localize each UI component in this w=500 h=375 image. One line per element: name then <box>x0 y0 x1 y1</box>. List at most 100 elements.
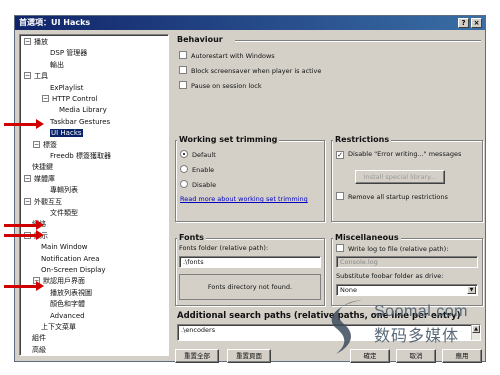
tree-item-label: 專輯列表 <box>50 186 78 195</box>
tree-item-label: DSP 管理器 <box>50 49 88 58</box>
tree-item[interactable]: 播放列表視圖 <box>42 288 92 298</box>
annotation-arrow-main-window <box>4 220 44 230</box>
collapse-icon[interactable]: − <box>24 174 31 182</box>
tree-item-label: 組件 <box>32 334 46 343</box>
tree-item[interactable]: 專輯列表 <box>42 185 78 195</box>
tree-item-label: 輸出 <box>50 60 64 69</box>
trim-enable-radio[interactable]: Enable <box>180 165 214 175</box>
checkbox-box[interactable] <box>179 66 187 74</box>
write-log-label: Write log to file (relative path): <box>348 245 449 253</box>
pause-session-lock-checkbox[interactable]: Pause on session lock <box>179 81 262 91</box>
trim-disable-label: Disable <box>192 181 217 189</box>
working-set-link[interactable]: Read more about working set trimming <box>180 195 308 203</box>
close-button[interactable]: × <box>471 18 482 28</box>
behaviour-separator <box>235 40 481 42</box>
collapse-icon[interactable]: − <box>24 72 31 80</box>
tree-item[interactable]: 快捷鍵 <box>24 162 53 172</box>
behaviour-heading: Behaviour <box>175 35 225 45</box>
tree-item[interactable]: − 媒體庫 <box>24 174 55 184</box>
disable-error-checkbox[interactable]: ✓ Disable "Error writing..." messages <box>336 150 461 159</box>
log-path-input[interactable]: Console.log <box>336 256 478 268</box>
tree-item-label: Media Library <box>59 106 107 115</box>
search-paths-scrollbar[interactable]: ▲ <box>471 325 480 340</box>
collapse-icon[interactable]: − <box>24 197 31 205</box>
tree-item[interactable]: DSP 管理器 <box>42 48 87 58</box>
annotation-arrow-notification-area <box>4 230 44 240</box>
reset-page-button[interactable]: 重置頁面 <box>227 349 271 363</box>
tree-item[interactable]: − 外觀互互 <box>24 197 62 207</box>
checkbox-box[interactable] <box>179 51 187 59</box>
block-screensaver-label: Block screensaver when player is active <box>191 67 322 75</box>
radio-dot[interactable] <box>180 150 188 158</box>
tree-item-label: 文件類型 <box>50 209 78 217</box>
tree-item[interactable]: Advanced <box>42 311 85 321</box>
tree-item[interactable]: − 播放 <box>24 37 48 47</box>
tree-item[interactable]: − 工具 <box>24 71 48 81</box>
tree-item[interactable]: Notification Area <box>33 254 100 264</box>
tree-item[interactable]: 上下文菜單 <box>33 322 76 332</box>
tree-item[interactable]: On-Screen Display <box>33 265 106 275</box>
remove-startup-checkbox[interactable]: Remove all startup restrictions <box>336 192 448 202</box>
tree-item[interactable]: Taskbar Gestures <box>42 117 110 127</box>
checkbox-box[interactable] <box>336 244 344 252</box>
tree-item-label: ExPlaylist <box>50 83 84 92</box>
fonts-heading: Fonts <box>177 233 206 243</box>
tree-item[interactable]: UI Hacks <box>42 128 83 138</box>
tree-item-label: 媒體庫 <box>34 174 55 183</box>
tree-item[interactable]: 顏色和字體 <box>42 299 85 309</box>
tree-item-label: 顏色和字體 <box>50 300 85 309</box>
trim-default-label: Default <box>192 151 216 159</box>
tree-item[interactable]: 組件 <box>24 333 46 343</box>
tree-item[interactable]: − HTTP Control <box>42 94 97 104</box>
disable-error-label: Disable "Error writing..." messages <box>348 150 462 158</box>
trim-default-radio[interactable]: Default <box>180 150 216 160</box>
collapse-icon[interactable]: − <box>24 38 31 45</box>
scroll-up-icon[interactable]: ▲ <box>472 325 480 333</box>
apply-button[interactable]: 應用 <box>442 349 482 363</box>
tree-item-label: HTTP Control <box>52 95 98 103</box>
cancel-button[interactable]: 取消 <box>396 349 436 363</box>
block-screensaver-checkbox[interactable]: Block screensaver when player is active <box>179 66 321 76</box>
tree-item-label: 外觀互互 <box>34 197 62 206</box>
substitute-drive-label: Substitute foobar folder as drive: <box>336 272 444 280</box>
tree-item-label: 工具 <box>34 72 48 81</box>
tree-item[interactable]: 輸出 <box>42 60 64 70</box>
drive-select[interactable]: None ▼ <box>336 284 478 296</box>
radio-dot[interactable] <box>180 180 188 188</box>
collapse-icon[interactable]: − <box>33 140 40 148</box>
tree-item-label: Advanced <box>50 311 85 320</box>
checkbox-box[interactable]: ✓ <box>336 151 344 159</box>
checkbox-box[interactable] <box>179 81 187 89</box>
fonts-folder-input[interactable]: .\fonts <box>179 256 321 268</box>
tree-item[interactable]: 文件類型 <box>42 208 78 218</box>
tree-item[interactable]: ExPlaylist <box>42 83 83 93</box>
tree-item-label: 播放列表視圖 <box>50 288 92 297</box>
tree-item[interactable]: − 標簽 <box>33 140 57 150</box>
reset-all-button[interactable]: 重置全部 <box>175 349 219 363</box>
tree-item[interactable]: Media Library <box>51 105 107 115</box>
fonts-folder-label: Fonts folder (relative path): <box>179 244 269 252</box>
write-log-checkbox[interactable]: Write log to file (relative path): <box>336 244 448 254</box>
title-bar: 首選項：UI Hacks ? × <box>15 16 485 30</box>
watermark-text: 数码多媒体 <box>374 326 460 345</box>
tree-item[interactable]: 高級 <box>24 345 46 355</box>
collapse-icon[interactable]: − <box>42 95 49 102</box>
tree-item[interactable]: Main Window <box>33 242 88 252</box>
checkbox-box[interactable] <box>336 192 344 200</box>
trim-disable-radio[interactable]: Disable <box>180 180 216 190</box>
install-library-button[interactable]: Install special library... <box>355 170 445 184</box>
chevron-down-icon[interactable]: ▼ <box>467 286 476 294</box>
radio-dot[interactable] <box>180 165 188 173</box>
working-set-heading: Working set trimming <box>177 135 280 145</box>
window-title: 首選項：UI Hacks <box>19 18 91 27</box>
annotation-arrow-ui-hacks <box>4 119 44 129</box>
fonts-status: Fonts directory not found. <box>179 274 321 300</box>
preferences-tree[interactable]: − 播放 DSP 管理器 輸出 − 工具 ExPlaylist − HTTP Control Me… <box>19 34 169 356</box>
help-button[interactable]: ? <box>458 18 469 28</box>
tree-item-label: Notification Area <box>41 254 100 263</box>
pause-session-lock-label: Pause on session lock <box>191 82 262 90</box>
tree-item-label: 快捷鍵 <box>32 163 53 172</box>
tree-item[interactable]: Freedb 標簽獲取器 <box>42 151 111 161</box>
autorestart-checkbox[interactable]: Autorestart with Windows <box>179 51 275 61</box>
autorestart-label: Autorestart with Windows <box>191 52 275 60</box>
